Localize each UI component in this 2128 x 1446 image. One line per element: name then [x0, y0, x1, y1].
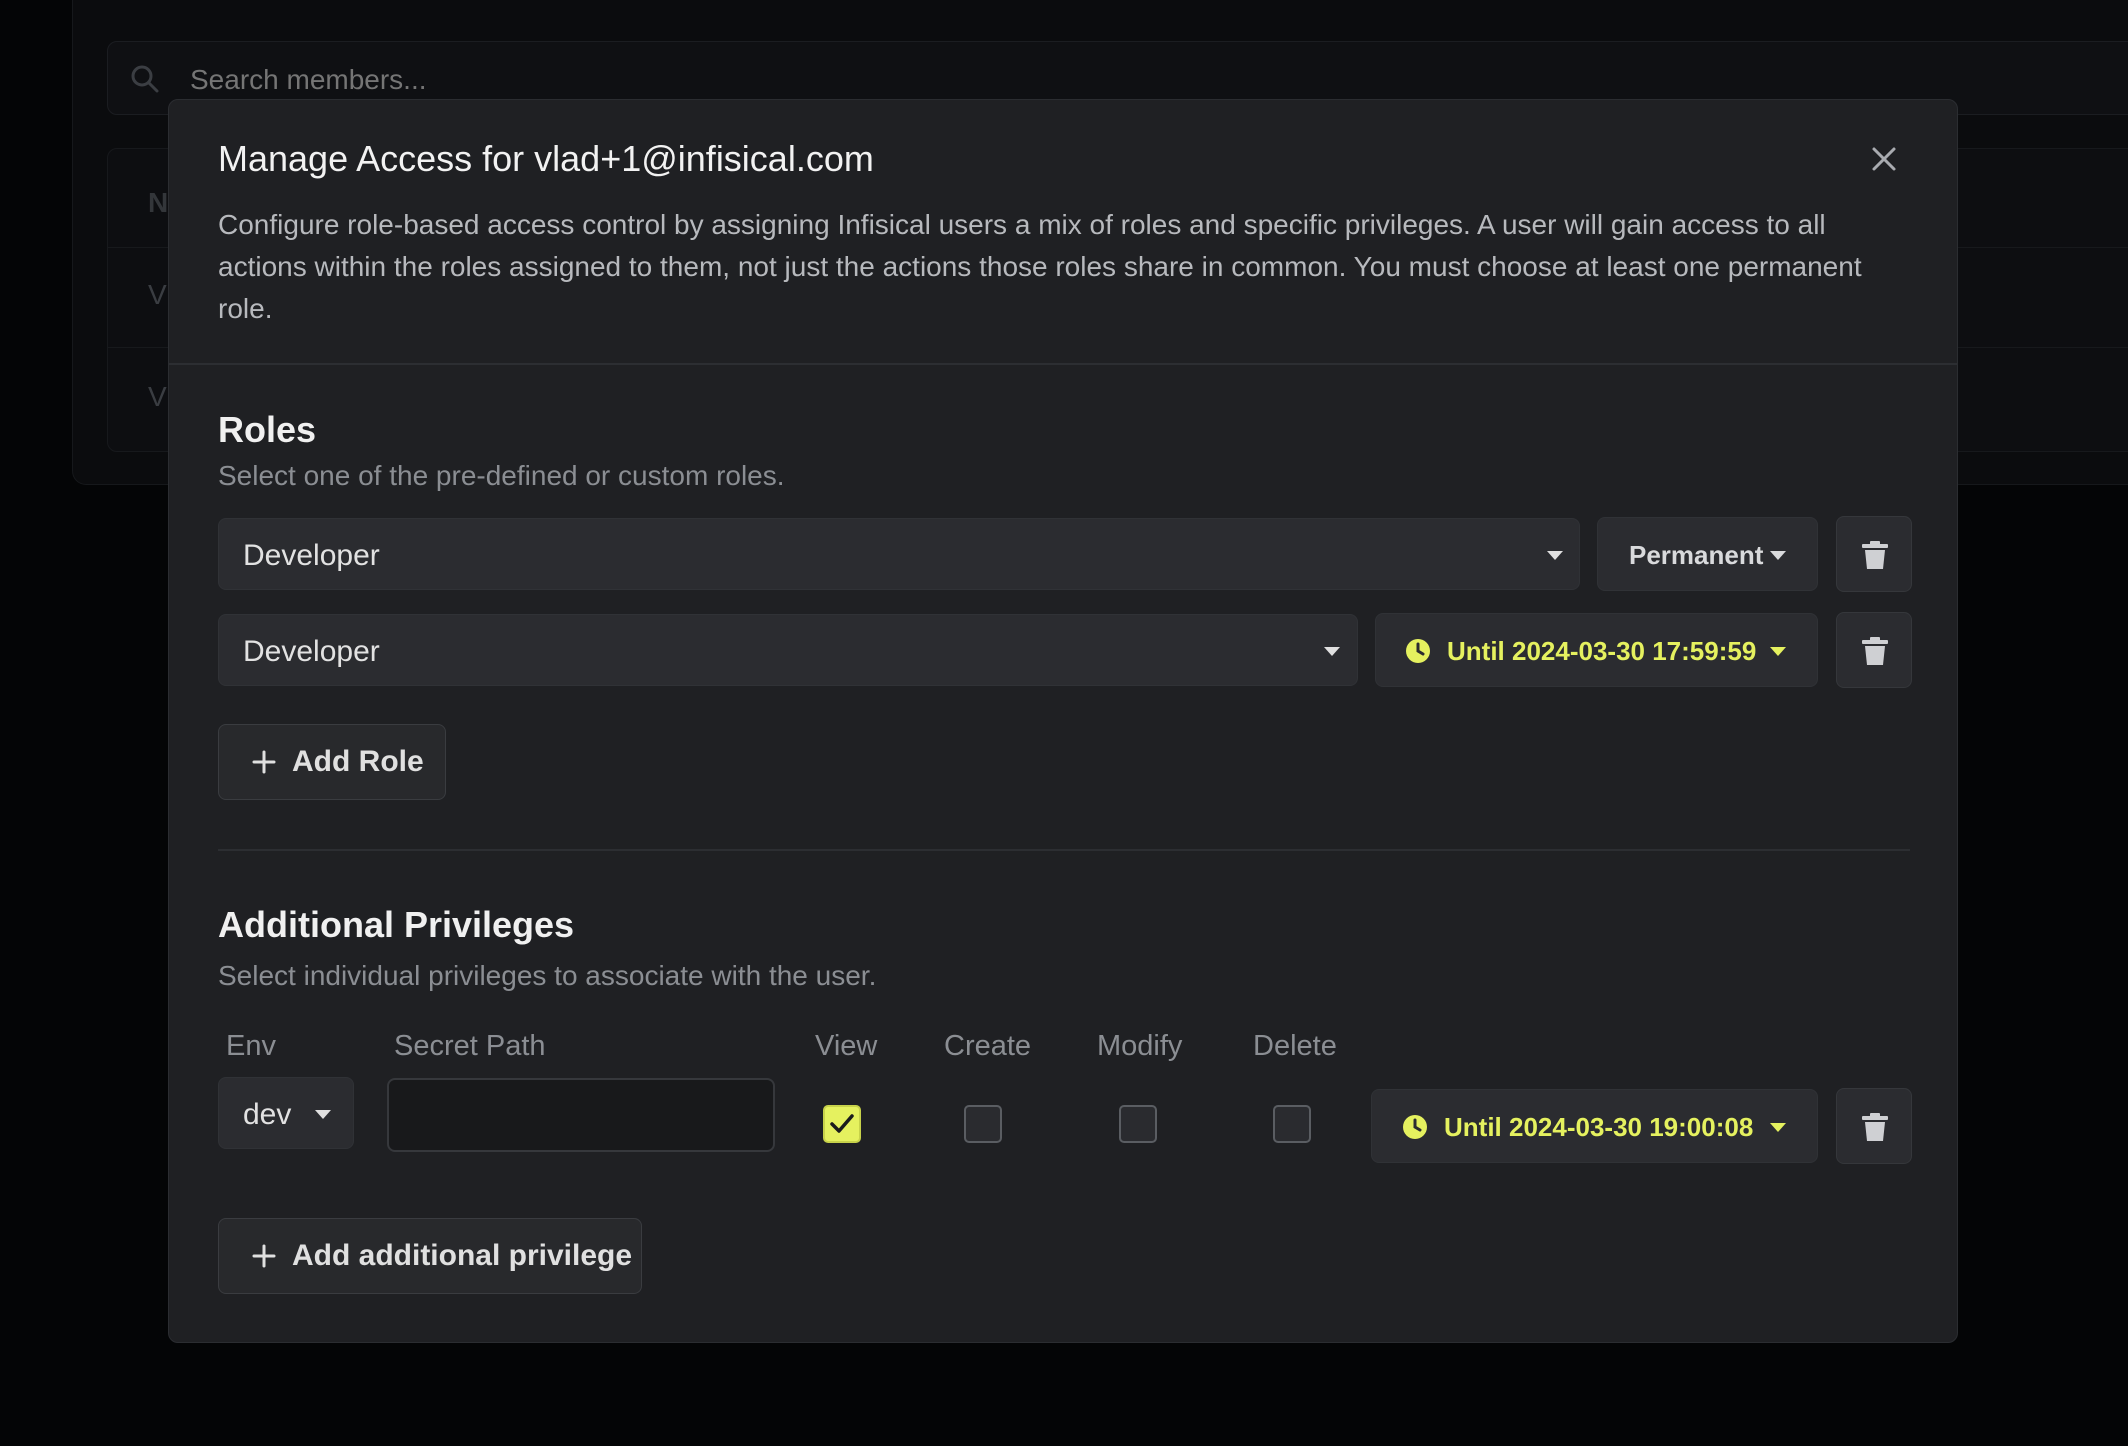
- secret-path-input[interactable]: [387, 1078, 775, 1152]
- trash-icon: [1862, 541, 1888, 569]
- clock-icon: [1403, 1115, 1427, 1139]
- modify-checkbox[interactable]: [1119, 1105, 1157, 1143]
- chevron-down-icon: [1324, 647, 1340, 656]
- add-role-label: Add Role: [292, 745, 424, 778]
- search-icon: [131, 65, 159, 93]
- role-duration-button[interactable]: Permanent: [1597, 517, 1818, 591]
- column-header-view: View: [815, 1030, 878, 1062]
- column-header-secret-path: Secret Path: [394, 1030, 546, 1062]
- privilege-duration-label: Until 2024-03-30 19:00:08: [1444, 1112, 1754, 1142]
- clock-icon: [1406, 639, 1430, 663]
- check-icon: [830, 1114, 854, 1133]
- chevron-down-icon: [315, 1110, 331, 1119]
- add-privilege-label: Add additional privilege: [292, 1239, 633, 1272]
- privileges-section-subtitle: Select individual privileges to associat…: [218, 960, 877, 991]
- column-header-delete: Delete: [1253, 1030, 1337, 1062]
- role-select-value: Developer: [243, 635, 380, 668]
- roles-section-title: Roles: [218, 409, 317, 450]
- add-privilege-button[interactable]: Add additional privilege: [218, 1218, 642, 1294]
- env-select-value: dev: [243, 1098, 292, 1131]
- delete-role-button[interactable]: [1836, 516, 1912, 592]
- chevron-down-icon: [1547, 551, 1563, 560]
- env-select[interactable]: dev: [218, 1077, 354, 1149]
- modal-header: Manage Access for vlad+1@infisical.com C…: [169, 100, 1957, 365]
- column-header-env: Env: [226, 1030, 276, 1062]
- column-header-modify: Modify: [1097, 1030, 1183, 1062]
- role-duration-button[interactable]: Until 2024-03-30 17:59:59: [1375, 613, 1818, 687]
- privilege-duration-button[interactable]: Until 2024-03-30 19:00:08: [1371, 1089, 1818, 1163]
- plus-icon: [252, 750, 276, 774]
- add-role-button[interactable]: Add Role: [218, 724, 446, 800]
- delete-role-button[interactable]: [1836, 612, 1912, 688]
- delete-privilege-button[interactable]: [1836, 1088, 1912, 1164]
- column-header-create: Create: [944, 1030, 1032, 1062]
- role-select[interactable]: Developer: [218, 518, 1580, 590]
- table-row: V: [148, 279, 167, 310]
- table-row: V: [148, 381, 167, 412]
- privileges-section-title: Additional Privileges: [218, 904, 575, 945]
- plus-icon: [252, 1244, 276, 1268]
- modal-title: Manage Access for vlad+1@infisical.com: [218, 138, 874, 179]
- member-search-input: [188, 62, 792, 98]
- delete-checkbox[interactable]: [1273, 1105, 1311, 1143]
- modal-description: Configure role-based access control by a…: [218, 209, 1862, 324]
- role-select-value: Developer: [243, 539, 380, 572]
- chevron-down-icon: [1770, 551, 1786, 560]
- role-duration-label: Permanent: [1629, 540, 1764, 570]
- trash-icon: [1862, 637, 1888, 665]
- manage-access-modal: Manage Access for vlad+1@infisical.com C…: [168, 99, 1958, 1343]
- roles-section-subtitle: Select one of the pre-defined or custom …: [218, 460, 785, 491]
- create-checkbox[interactable]: [964, 1105, 1002, 1143]
- close-icon[interactable]: [1867, 142, 1901, 176]
- chevron-down-icon: [1770, 1123, 1786, 1132]
- role-select[interactable]: Developer: [218, 614, 1358, 686]
- chevron-down-icon: [1770, 647, 1786, 656]
- section-divider: [218, 849, 1910, 851]
- view-checkbox[interactable]: [823, 1105, 861, 1143]
- trash-icon: [1862, 1113, 1888, 1141]
- table-header-name: N: [148, 187, 169, 218]
- role-duration-label: Until 2024-03-30 17:59:59: [1447, 636, 1757, 666]
